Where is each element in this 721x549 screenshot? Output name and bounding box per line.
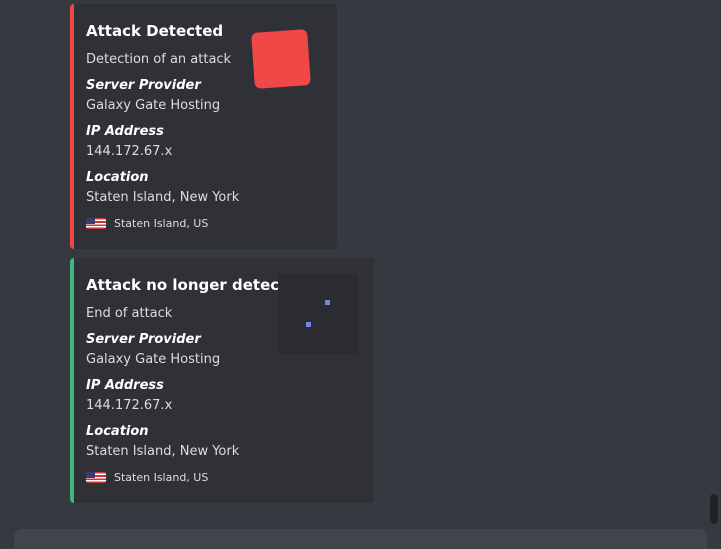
field-value-location: Staten Island, New York xyxy=(86,444,240,459)
field-value-location: Staten Island, New York xyxy=(86,190,240,205)
field-value-ip-address: 144.172.67.x xyxy=(86,144,173,159)
thumbnail-dot xyxy=(325,300,330,305)
embed-accent-bar xyxy=(70,258,74,503)
field-value-server-provider: Galaxy Gate Hosting xyxy=(86,352,221,367)
field-name-server-provider: Server Provider xyxy=(86,78,201,93)
field-name-location: Location xyxy=(86,424,149,439)
field-name-location: Location xyxy=(86,170,149,185)
embed-description: End of attack xyxy=(86,306,173,321)
embed-accent-bar xyxy=(70,4,74,249)
embed-attack-ended: Attack no longer detected End of attack … xyxy=(70,258,374,503)
field-name-ip-address: IP Address xyxy=(86,124,164,139)
embed-description: Detection of an attack xyxy=(86,52,232,67)
embed-footer: Staten Island, US xyxy=(86,217,239,230)
field-value-server-provider: Galaxy Gate Hosting xyxy=(86,98,221,113)
embed-thumbnail-red-square[interactable] xyxy=(251,29,311,89)
embed-title: Attack Detected xyxy=(86,22,224,40)
field-name-server-provider: Server Provider xyxy=(86,332,201,347)
us-flag-icon xyxy=(86,218,106,229)
thumbnail-dot xyxy=(306,322,311,327)
footer-text: Staten Island, US xyxy=(114,471,209,484)
embed-attack-detected: Attack Detected Detection of an attack S… xyxy=(70,4,337,249)
field-value-ip-address: 144.172.67.x xyxy=(86,398,173,413)
scrollbar-track[interactable] xyxy=(710,0,718,527)
field-name-ip-address: IP Address xyxy=(86,378,164,393)
scrollbar-thumb[interactable] xyxy=(710,494,718,524)
us-flag-icon xyxy=(86,472,106,483)
embed-footer: Staten Island, US xyxy=(86,471,307,484)
footer-text: Staten Island, US xyxy=(114,217,209,230)
message-input-bar[interactable] xyxy=(14,529,707,549)
embed-thumbnail-dots[interactable] xyxy=(278,274,358,354)
embed-title: Attack no longer detected xyxy=(86,276,308,294)
